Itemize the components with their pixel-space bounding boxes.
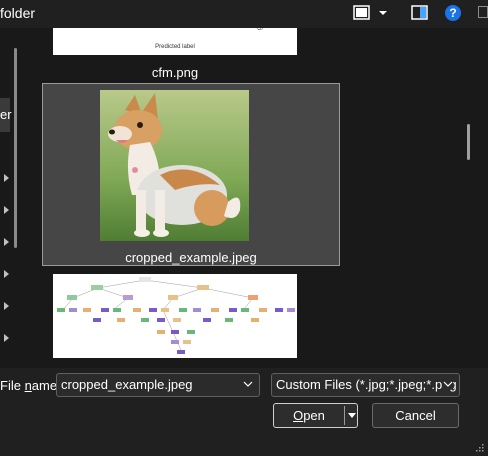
- chevron-down-icon[interactable]: [243, 379, 253, 389]
- help-icon[interactable]: ?: [444, 4, 464, 22]
- open-accesskey: O: [293, 408, 304, 423]
- expand-chevron-icon[interactable]: [4, 270, 9, 278]
- file-name-value: cropped_example.jpeg: [61, 377, 193, 392]
- file-list-scrollbar[interactable]: [467, 124, 470, 160]
- window-edge-fragment: [478, 6, 488, 18]
- file-name-input[interactable]: cropped_example.jpeg: [56, 373, 260, 397]
- thumbnail-axis-label: golden: [257, 28, 263, 30]
- open-button[interactable]: Open: [273, 403, 358, 428]
- file-list[interactable]: Predicted label golden cfm.png: [28, 28, 488, 368]
- expand-chevron-icon[interactable]: [4, 238, 9, 246]
- view-icon[interactable]: [352, 4, 372, 22]
- file-thumbnail: Predicted label golden: [53, 28, 297, 55]
- navigation-scrollbar[interactable]: [14, 48, 17, 248]
- open-label-rest: pen: [303, 408, 325, 423]
- file-name-label-accesskey: n: [24, 378, 32, 393]
- file-name: cfm.png: [151, 65, 199, 80]
- chevron-down-icon[interactable]: [377, 4, 389, 22]
- navigation-pane[interactable]: er: [0, 28, 28, 368]
- file-item-selected[interactable]: cropped_example.jpeg: [42, 83, 340, 266]
- cancel-button[interactable]: Cancel: [372, 403, 459, 428]
- expand-chevron-icon[interactable]: [4, 174, 9, 182]
- dog-photo-thumbnail: [100, 90, 249, 241]
- open-button-label: Open: [274, 404, 344, 427]
- preview-pane-icon[interactable]: [410, 4, 430, 22]
- chevron-down-icon[interactable]: [443, 379, 453, 389]
- title-bar: folder ?: [0, 0, 488, 28]
- expand-chevron-icon[interactable]: [4, 334, 9, 342]
- file-type-select[interactable]: Custom Files (*.jpg;*.jpeg;*.png: [271, 373, 460, 397]
- open-split-divider: [344, 406, 345, 425]
- tree-diagram-thumbnail: [53, 274, 297, 358]
- file-name: cropped_example.jpeg: [125, 250, 257, 265]
- expand-chevron-icon[interactable]: [4, 302, 9, 310]
- expand-chevron-icon[interactable]: [4, 206, 9, 214]
- resize-grip-icon[interactable]: [474, 442, 484, 452]
- dialog-footer: File name: cropped_example.jpeg Custom F…: [0, 368, 488, 456]
- open-dropdown-icon[interactable]: [348, 413, 356, 418]
- file-name-label: File name:: [0, 378, 61, 393]
- thumbnail-caption: Predicted label: [155, 44, 195, 50]
- file-name-label-prefix: File: [0, 378, 25, 393]
- navigation-selected-label: er: [0, 107, 12, 122]
- file-type-value: Custom Files (*.jpg;*.jpeg;*.png: [276, 377, 457, 392]
- help-glyph: ?: [449, 6, 456, 20]
- window-title: folder: [0, 5, 36, 21]
